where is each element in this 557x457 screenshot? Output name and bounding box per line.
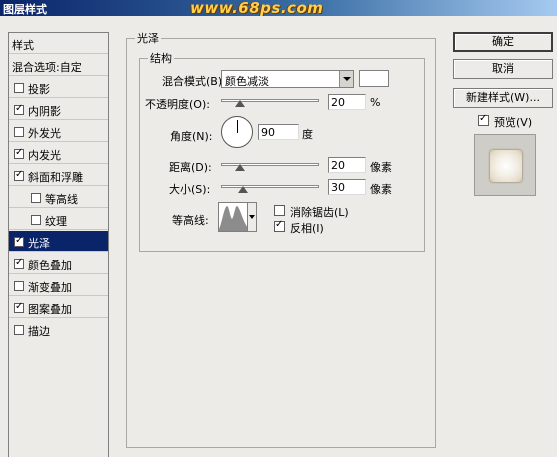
satin-group-title: 光泽 <box>135 30 161 46</box>
style-item-label: 斜面和浮雕 <box>28 171 83 184</box>
distance-unit: 像素 <box>370 161 392 174</box>
size-label: 大小(S): <box>169 183 211 196</box>
style-checkbox[interactable] <box>31 215 41 225</box>
style-checkbox[interactable] <box>14 83 24 93</box>
opacity-label: 不透明度(O): <box>145 98 210 111</box>
opacity-slider[interactable] <box>221 97 319 107</box>
layer-style-dialog: 样式 混合选项:自定 投影 内阴影 外发光 内发光 斜面和浮雕 等高线 <box>0 16 557 457</box>
style-checkbox[interactable] <box>14 325 24 335</box>
invert-label: 反相(I) <box>290 222 324 235</box>
style-item-pattern-overlay[interactable]: 图案叠加 <box>9 297 108 318</box>
angle-dial[interactable] <box>221 116 253 148</box>
contour-preview[interactable] <box>218 202 248 232</box>
style-checkbox[interactable] <box>14 281 24 291</box>
size-input[interactable]: 30 <box>328 179 366 195</box>
style-checkbox[interactable] <box>14 169 24 181</box>
angle-input[interactable]: 90 <box>258 124 299 140</box>
style-item-label: 外发光 <box>28 127 61 140</box>
style-item-inner-shadow[interactable]: 内阴影 <box>9 99 108 120</box>
style-item-label: 颜色叠加 <box>28 259 72 272</box>
angle-unit: 度 <box>302 128 313 141</box>
window-title: 图层样式 <box>3 3 47 16</box>
style-item-contour[interactable]: 等高线 <box>9 187 108 208</box>
style-checkbox[interactable] <box>14 103 24 115</box>
style-item-label: 纹理 <box>45 215 67 228</box>
style-item-drop-shadow[interactable]: 投影 <box>9 77 108 98</box>
style-checkbox[interactable] <box>14 257 24 269</box>
chevron-down-icon[interactable] <box>339 71 353 87</box>
contour-dropdown[interactable] <box>248 202 257 232</box>
style-item-label: 内发光 <box>28 149 61 162</box>
size-slider-thumb[interactable] <box>238 186 248 193</box>
size-slider-track <box>221 185 319 188</box>
opacity-slider-thumb[interactable] <box>235 100 245 107</box>
style-item-inner-glow[interactable]: 内发光 <box>9 143 108 164</box>
contour-curve-icon <box>219 206 247 231</box>
size-slider[interactable] <box>221 183 319 193</box>
structure-group-title: 结构 <box>148 50 174 66</box>
blend-mode-select[interactable]: 颜色减淡 <box>221 70 354 88</box>
preview-label: 预览(V) <box>494 116 533 129</box>
blend-options-label: 混合选项:自定 <box>12 61 82 74</box>
style-item-label: 光泽 <box>28 237 50 250</box>
style-item-label: 描边 <box>28 325 50 338</box>
style-list-header[interactable]: 样式 <box>9 33 108 54</box>
preview-tile <box>490 150 522 182</box>
style-checkbox[interactable] <box>14 301 24 313</box>
watermark-text: www.68ps.com <box>190 0 324 17</box>
style-item-texture[interactable]: 纹理 <box>9 209 108 230</box>
distance-label: 距离(D): <box>169 161 212 174</box>
style-item-stroke[interactable]: 描边 <box>9 319 108 340</box>
distance-slider[interactable] <box>221 161 319 171</box>
ok-button[interactable]: 确定 <box>453 32 553 52</box>
title-bar: 图层样式 www.68ps.com <box>0 0 557 17</box>
angle-label: 角度(N): <box>170 130 213 143</box>
style-list: 样式 混合选项:自定 投影 内阴影 外发光 内发光 斜面和浮雕 等高线 <box>8 32 109 457</box>
antialias-label: 消除锯齿(L) <box>290 206 349 219</box>
blend-color-swatch[interactable] <box>359 70 389 87</box>
cancel-button[interactable]: 取消 <box>453 59 553 79</box>
style-checkbox[interactable] <box>14 127 24 137</box>
style-item-gradient-overlay[interactable]: 渐变叠加 <box>9 275 108 296</box>
contour-label: 等高线: <box>172 214 209 227</box>
style-item-label: 内阴影 <box>28 105 61 118</box>
blend-options-item[interactable]: 混合选项:自定 <box>9 55 108 76</box>
style-item-label: 投影 <box>28 83 50 96</box>
blend-mode-label: 混合模式(B): <box>162 75 226 88</box>
style-item-color-overlay[interactable]: 颜色叠加 <box>9 253 108 274</box>
invert-checkbox[interactable] <box>274 219 285 232</box>
style-item-label: 渐变叠加 <box>28 281 72 294</box>
opacity-unit: % <box>370 96 381 109</box>
opacity-input[interactable]: 20 <box>328 94 366 110</box>
style-checkbox[interactable] <box>14 235 24 247</box>
angle-dial-hand <box>237 120 238 133</box>
blend-mode-value: 颜色减淡 <box>225 75 269 88</box>
distance-input[interactable]: 20 <box>328 157 366 173</box>
style-item-label: 图案叠加 <box>28 303 72 316</box>
preview-checkbox[interactable] <box>478 113 489 126</box>
style-checkbox[interactable] <box>14 147 24 159</box>
style-checkbox[interactable] <box>31 193 41 203</box>
new-style-button[interactable]: 新建样式(W)... <box>453 88 553 108</box>
style-item-bevel-emboss[interactable]: 斜面和浮雕 <box>9 165 108 186</box>
distance-slider-thumb[interactable] <box>235 164 245 171</box>
style-list-header-label: 样式 <box>12 39 34 52</box>
size-unit: 像素 <box>370 183 392 196</box>
style-item-outer-glow[interactable]: 外发光 <box>9 121 108 142</box>
style-preview-thumbnail <box>474 134 536 196</box>
style-item-satin[interactable]: 光泽 <box>9 231 108 252</box>
style-item-label: 等高线 <box>45 193 78 206</box>
antialias-checkbox[interactable] <box>274 205 285 216</box>
